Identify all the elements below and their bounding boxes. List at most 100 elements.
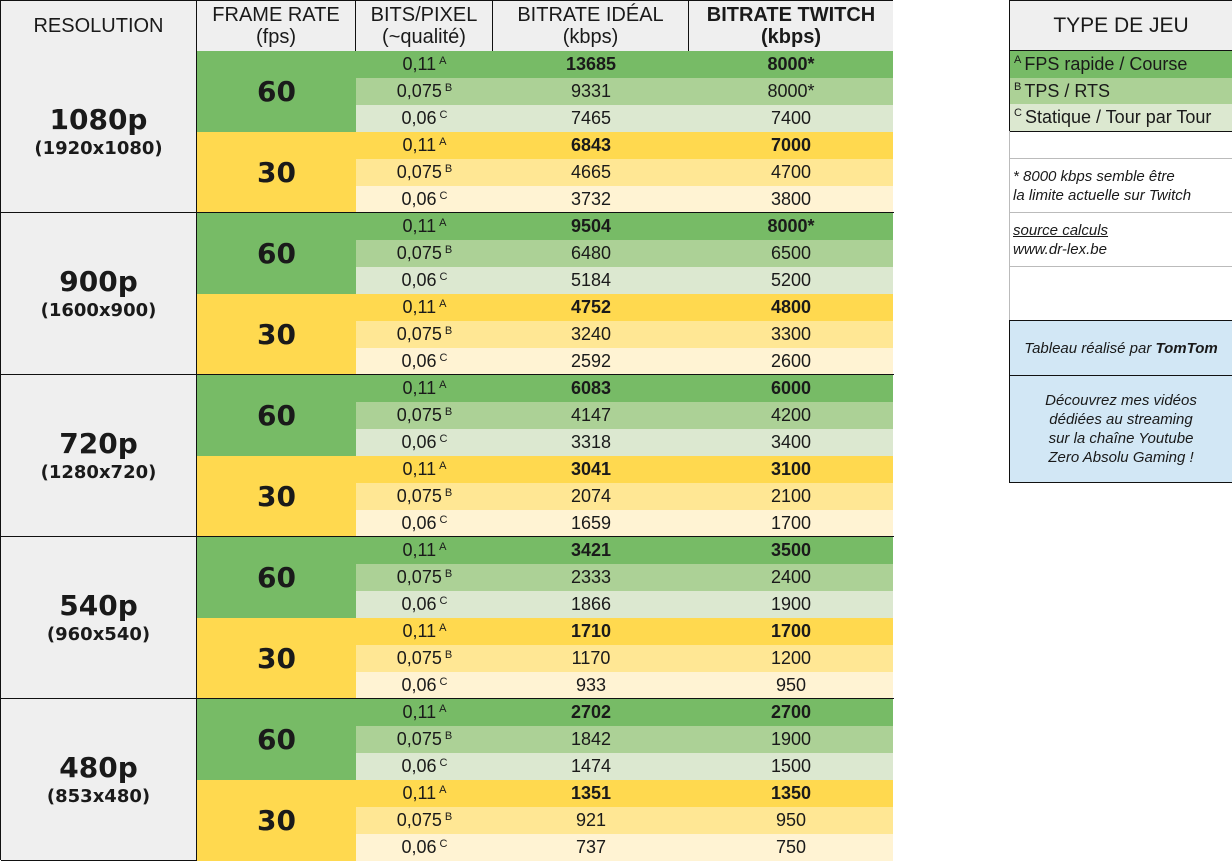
source-label: source calculs bbox=[1013, 222, 1109, 239]
game-type-tag: B bbox=[444, 567, 453, 580]
bitrate-twitch-cell: 950 bbox=[775, 675, 807, 695]
table-row: 0,06 C 933 950 bbox=[356, 672, 893, 699]
bits-pixel-cell: 0,11 A bbox=[356, 375, 493, 402]
bitrate-twitch-cell: 3300 bbox=[770, 324, 812, 344]
bits-pixel-cell: 0,075 B bbox=[356, 645, 493, 672]
fps-cell: 60 bbox=[197, 51, 356, 132]
bitrate-twitch-cell: 7000 bbox=[770, 135, 812, 155]
bitrate-twitch-cell: 950 bbox=[775, 810, 807, 830]
legend-tag: C bbox=[1014, 106, 1022, 119]
bits-pixel-value: 0,06 bbox=[401, 594, 437, 614]
fps-cell: 30 bbox=[197, 618, 356, 699]
bits-pixel-value: 0,075 bbox=[396, 243, 442, 263]
game-type-tag: C bbox=[439, 432, 448, 445]
fps-cell: 30 bbox=[197, 294, 356, 375]
bitrate-ideal-cell: 6843 bbox=[570, 135, 612, 155]
bits-pixel-cell: 0,11 A bbox=[356, 537, 493, 564]
bitrate-ideal-cell: 1659 bbox=[570, 513, 612, 533]
bits-pixel-value: 0,06 bbox=[401, 756, 437, 776]
table-row: 0,11 A 3421 3500 bbox=[356, 537, 893, 564]
bits-pixel-cell: 0,11 A bbox=[356, 699, 493, 726]
table-row: 0,075 B 2074 2100 bbox=[356, 483, 893, 510]
table-row: 0,075 B 3240 3300 bbox=[356, 321, 893, 348]
bitrate-ideal-cell: 3041 bbox=[570, 459, 612, 479]
bits-pixel-value: 0,06 bbox=[401, 189, 437, 209]
table-row: 0,06 C 3318 3400 bbox=[356, 429, 893, 456]
table-row: 0,06 C 3732 3800 bbox=[356, 186, 893, 213]
bitrate-twitch-cell: 6500 bbox=[770, 243, 812, 263]
game-type-tag: B bbox=[444, 810, 453, 823]
bits-pixel-value: 0,075 bbox=[396, 81, 442, 101]
bitrate-twitch-cell: 1700 bbox=[770, 513, 812, 533]
fps-cell: 30 bbox=[197, 132, 356, 213]
bitrate-ideal-cell: 2702 bbox=[570, 702, 612, 722]
note-line: la limite actuelle sur Twitch bbox=[1013, 187, 1192, 204]
blank-cell bbox=[1009, 131, 1232, 159]
header-bitrate-ideal-label: BITRATE IDÉAL bbox=[517, 4, 664, 26]
table-row: 0,075 B 4147 4200 bbox=[356, 402, 893, 429]
bits-pixel-value: 0,075 bbox=[396, 729, 442, 749]
bits-pixel-value: 0,11 bbox=[402, 783, 437, 803]
table-row: 0,11 A 2702 2700 bbox=[356, 699, 893, 726]
bitrate-twitch-cell: 2400 bbox=[770, 567, 812, 587]
bitrate-ideal-cell: 5184 bbox=[570, 270, 612, 290]
bitrate-twitch-cell: 8000* bbox=[767, 216, 815, 236]
game-type-tag: B bbox=[444, 162, 453, 175]
game-type-tag: C bbox=[439, 756, 448, 769]
resolution-name: 1080p bbox=[49, 102, 148, 136]
table-row: 0,075 B 4665 4700 bbox=[356, 159, 893, 186]
promo-line: Zero Absolu Gaming ! bbox=[1048, 449, 1194, 466]
promo-line: dédiées au streaming bbox=[1049, 411, 1193, 428]
bitrate-ideal-cell: 933 bbox=[575, 675, 607, 695]
header-bitrate-twitch: BITRATE TWITCH (kbps) bbox=[689, 1, 893, 52]
bits-pixel-value: 0,11 bbox=[402, 459, 437, 479]
table-row: 0,11 A 1710 1700 bbox=[356, 618, 893, 645]
resolution-cell: 720p (1280x720) bbox=[1, 375, 197, 537]
table-row: 0,075 B 2333 2400 bbox=[356, 564, 893, 591]
bitrate-twitch-cell: 1700 bbox=[770, 621, 812, 641]
table-row: 0,06 C 1866 1900 bbox=[356, 591, 893, 618]
bits-pixel-value: 0,06 bbox=[401, 675, 437, 695]
bits-pixel-cell: 0,075 B bbox=[356, 78, 493, 105]
header-bits-pixel: BITS/PIXEL (~qualité) bbox=[356, 1, 493, 52]
game-type-tag: B bbox=[444, 81, 453, 94]
bitrate-twitch-cell: 1500 bbox=[770, 756, 812, 776]
header-bitrate-twitch-label: BITRATE TWITCH bbox=[706, 4, 876, 26]
resolution-dims: (1600x900) bbox=[40, 299, 157, 321]
bitrate-ideal-cell: 7465 bbox=[570, 108, 612, 128]
bitrate-ideal-cell: 921 bbox=[575, 810, 607, 830]
fps-cell: 60 bbox=[197, 699, 356, 780]
table-row: 0,075 B 6480 6500 bbox=[356, 240, 893, 267]
game-type-tag: A bbox=[439, 378, 447, 391]
block-divider bbox=[197, 536, 894, 537]
game-type-tag: C bbox=[439, 513, 448, 526]
bits-pixel-cell: 0,075 B bbox=[356, 564, 493, 591]
table-row: 0,11 A 1351 1350 bbox=[356, 780, 893, 807]
bitrate-twitch-cell: 1900 bbox=[770, 594, 812, 614]
block-divider bbox=[197, 212, 894, 213]
bitrate-twitch-cell: 750 bbox=[775, 837, 807, 857]
bitrate-ideal-cell: 1474 bbox=[570, 756, 612, 776]
bitrate-twitch-cell: 3100 bbox=[770, 459, 812, 479]
game-type-tag: A bbox=[439, 621, 447, 634]
fps-cell: 30 bbox=[197, 456, 356, 537]
game-type-tag: C bbox=[439, 594, 448, 607]
bits-pixel-cell: 0,06 C bbox=[356, 753, 493, 780]
bitrate-twitch-cell: 2700 bbox=[770, 702, 812, 722]
bitrate-ideal-cell: 1351 bbox=[570, 783, 612, 803]
game-type-tag: B bbox=[444, 486, 453, 499]
game-type-tag: A bbox=[439, 702, 447, 715]
bits-pixel-cell: 0,075 B bbox=[356, 726, 493, 753]
bitrate-twitch-cell: 1350 bbox=[770, 783, 812, 803]
bits-pixel-cell: 0,06 C bbox=[356, 834, 493, 861]
bits-pixel-cell: 0,075 B bbox=[356, 240, 493, 267]
source-site: www.dr-lex.be bbox=[1013, 241, 1107, 258]
table-row: 0,06 C 737 750 bbox=[356, 834, 893, 861]
bitrate-twitch-cell: 1200 bbox=[770, 648, 812, 668]
game-type-tag: B bbox=[444, 324, 453, 337]
game-type-tag: A bbox=[439, 297, 447, 310]
table-row: 0,11 A 3041 3100 bbox=[356, 456, 893, 483]
legend-item-c: C Statique / Tour par Tour bbox=[1009, 104, 1232, 131]
legend-label: Statique / Tour par Tour bbox=[1024, 107, 1212, 127]
bits-pixel-value: 0,11 bbox=[402, 54, 437, 74]
